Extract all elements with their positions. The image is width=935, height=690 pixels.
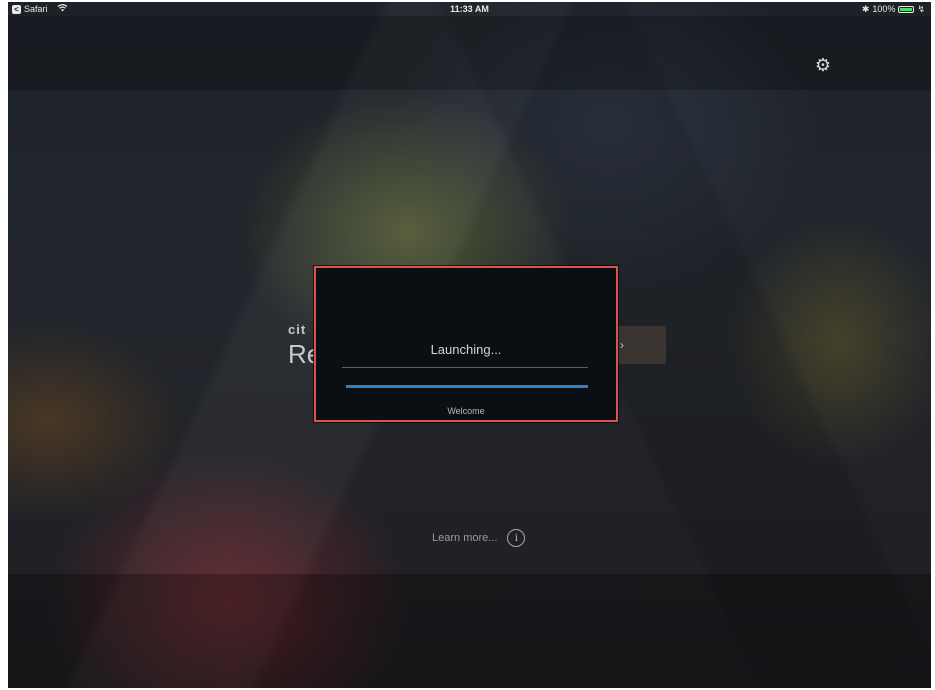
learn-more-label[interactable]: Learn more...: [432, 532, 497, 544]
background-button[interactable]: ›: [616, 326, 666, 364]
learn-more-link[interactable]: Learn more... i: [432, 529, 526, 547]
battery-percent: 100%: [872, 4, 896, 14]
dialog-status-text: Welcome: [447, 406, 485, 416]
footer-band: [8, 574, 931, 688]
gear-icon[interactable]: ⚙: [814, 56, 832, 74]
background-button-label: ›: [620, 338, 624, 352]
app-screen: < Safari 11:33 AM ✱ 100% ↯ ⚙ cit Re › Le…: [8, 2, 931, 688]
dialog-divider: [342, 367, 588, 368]
charging-icon: ↯: [917, 4, 925, 14]
status-time: 11:33 AM: [450, 4, 489, 14]
bluetooth-icon: ✱: [861, 4, 870, 14]
status-right: ✱ 100% ↯: [862, 2, 925, 16]
battery-icon: [898, 5, 915, 13]
launching-dialog: Launching... Welcome: [314, 266, 618, 422]
dialog-title: Launching...: [430, 342, 502, 357]
header-band: [8, 16, 931, 90]
progress-fill: [346, 385, 588, 388]
battery-fill: [900, 7, 913, 11]
info-icon[interactable]: i: [507, 529, 526, 547]
progress-bar: [346, 385, 588, 388]
status-bar: < Safari 11:33 AM ✱ 100% ↯: [8, 2, 931, 16]
